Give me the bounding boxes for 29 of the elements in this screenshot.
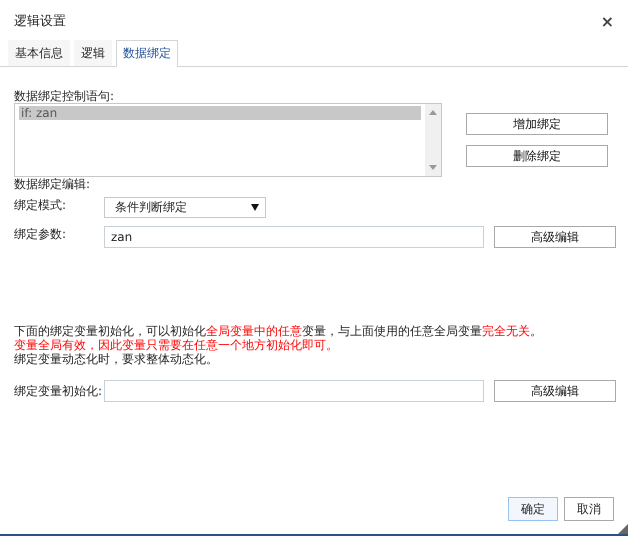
advanced-edit-button[interactable]: 高级编辑	[494, 380, 616, 402]
list-item[interactable]: if: zan	[19, 106, 421, 120]
bind-button[interactable]: 删除绑定	[466, 145, 608, 167]
note-text: 绑定变量动态化时，要求整体动态化。	[14, 352, 219, 366]
advanced-edit-button[interactable]: 高级编辑	[494, 226, 616, 248]
note-text: 变量全局有效，因此变量只需要在任意一个地方初始化即可。	[14, 338, 339, 352]
scrollbar[interactable]	[425, 104, 441, 176]
resize-grip-icon[interactable]	[618, 524, 628, 534]
tab[interactable]: 逻辑	[74, 40, 112, 66]
input-field[interactable]: zan	[104, 226, 484, 248]
close-icon[interactable]: ×	[600, 12, 614, 30]
mode-dropdown[interactable]: 条件判断绑定	[104, 197, 266, 218]
ok-button[interactable]: 确定	[508, 497, 558, 521]
scroll-down-icon[interactable]	[429, 165, 437, 170]
cancel-button[interactable]: 取消	[564, 497, 614, 521]
statement-list[interactable]: if: zan	[14, 103, 442, 177]
input-field[interactable]	[104, 380, 484, 402]
field-label: 绑定参数:	[14, 226, 68, 243]
field-label: 数据绑定控制语句:	[14, 89, 116, 103]
field-label: 绑定变量初始化:	[14, 382, 104, 400]
note-text: 下面的绑定变量初始化，可以初始化全局变量中的任意变量，与上面使用的任意全局变量完全无关。	[14, 324, 543, 338]
section-label: 数据绑定编辑:	[14, 177, 92, 191]
window-title: 逻辑设置	[14, 13, 66, 30]
field-label: 绑定模式:	[14, 197, 68, 214]
tab[interactable]: 数据绑定	[116, 40, 178, 67]
caret-icon	[251, 204, 259, 211]
bind-button[interactable]: 增加绑定	[466, 113, 608, 135]
tab[interactable]: 基本信息	[8, 40, 70, 66]
scroll-up-icon[interactable]	[429, 110, 437, 115]
